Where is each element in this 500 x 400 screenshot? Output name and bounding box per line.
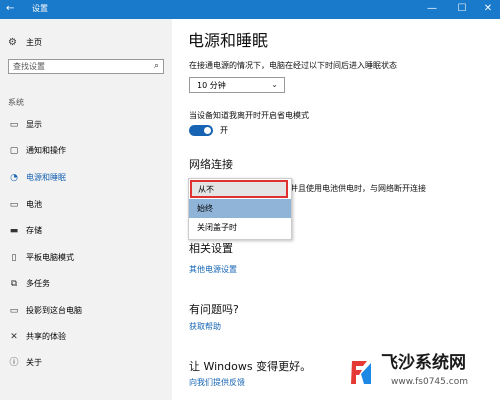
sidebar-item-shared-experiences[interactable]: ✕ 共享的体验 <box>0 328 172 346</box>
additional-power-settings-link[interactable]: 其他电源设置 <box>189 265 237 275</box>
network-dropdown-list: 从不 始终 关闭盖子时 <box>188 178 292 240</box>
sidebar-item-label: 显示 <box>26 120 42 129</box>
question-title: 有问题吗? <box>189 303 239 316</box>
sidebar-item-storage[interactable]: ▬ 存储 <box>0 222 172 240</box>
sidebar-item-power-sleep[interactable]: ◔ 电源和睡眠 <box>0 169 172 187</box>
monitor-icon: ▭ <box>9 120 19 130</box>
tablet-icon: ▯ <box>11 253 17 263</box>
sleep-time-dropdown[interactable]: 10 分钟 ⌄ <box>189 77 285 93</box>
logo-mark-icon <box>343 354 377 390</box>
back-arrow-icon[interactable]: ← <box>6 3 18 15</box>
multitasking-icon: ⧉ <box>10 279 18 289</box>
sidebar: ⚙ 主页 查找设置 ⌕ 系统 ▭ 显示 ▢ 通知和操作 ◔ 电源和睡眠 ▭ 电池… <box>0 19 172 400</box>
option-label: 关闭盖子时 <box>197 223 237 232</box>
away-mode-description: 当设备知道我离开时开启省电模式 <box>189 111 309 120</box>
sidebar-item-label: 通知和操作 <box>26 146 66 155</box>
sidebar-item-about[interactable]: ⓘ 关于 <box>0 354 172 372</box>
option-label: 始终 <box>197 204 213 213</box>
chevron-down-icon: ⌄ <box>271 80 278 89</box>
option-label: 从不 <box>198 185 214 194</box>
dropdown-option-always[interactable]: 始终 <box>189 199 291 218</box>
dropdown-option-never[interactable]: 从不 <box>190 180 288 198</box>
maximize-button[interactable]: ☐ <box>452 2 472 16</box>
improve-windows-title: 让 Windows 变得更好。 <box>189 360 312 373</box>
watermark-url: www.fs0745.com <box>391 377 468 387</box>
feedback-link[interactable]: 向我们提供反馈 <box>189 378 245 388</box>
sidebar-item-label: 电源和睡眠 <box>26 173 66 182</box>
away-mode-toggle[interactable] <box>189 125 213 136</box>
projector-icon: ▭ <box>9 306 19 316</box>
sidebar-item-tablet-mode[interactable]: ▯ 平板电脑模式 <box>0 249 172 267</box>
sidebar-item-label: 关于 <box>26 358 42 367</box>
sidebar-item-notifications[interactable]: ▢ 通知和操作 <box>0 142 172 160</box>
sidebar-item-display[interactable]: ▭ 显示 <box>0 116 172 134</box>
home-label: 主页 <box>26 38 42 47</box>
share-icon: ✕ <box>10 332 18 342</box>
main-content: 电源和睡眠 在接通电源的情况下，电脑在经过以下时间后进入睡眠状态 10 分钟 ⌄… <box>172 19 500 400</box>
toggle-knob <box>204 127 211 134</box>
related-settings-title: 相关设置 <box>189 242 233 255</box>
section-label-system: 系统 <box>8 98 24 107</box>
watermark-logo: 飞沙系统网 www.fs0745.com <box>343 350 493 394</box>
battery-icon: ▭ <box>9 200 19 210</box>
sidebar-item-label: 投影到这台电脑 <box>26 306 82 315</box>
title-bar: ← 设置 — ☐ ✕ <box>0 0 500 19</box>
network-section-title: 网络连接 <box>189 158 233 171</box>
sidebar-item-label: 多任务 <box>26 279 50 288</box>
sidebar-item-label: 电池 <box>26 200 42 209</box>
search-icon[interactable]: ⌕ <box>154 61 159 72</box>
minimize-button[interactable]: — <box>422 2 442 16</box>
dropdown-option-lid-closed[interactable]: 关闭盖子时 <box>189 218 291 237</box>
network-description: 并且使用电池供电时，与网络断开连接 <box>290 184 426 193</box>
toggle-state-label: 开 <box>220 126 228 135</box>
storage-icon: ▬ <box>9 226 19 236</box>
sleep-time-value: 10 分钟 <box>197 81 226 90</box>
notification-icon: ▢ <box>9 146 19 156</box>
sidebar-item-projecting[interactable]: ▭ 投影到这台电脑 <box>0 302 172 320</box>
watermark-name: 飞沙系统网 <box>381 353 466 373</box>
sidebar-item-label: 共享的体验 <box>26 332 66 341</box>
close-button[interactable]: ✕ <box>478 2 498 16</box>
gear-icon: ⚙ <box>8 37 17 48</box>
sidebar-item-label: 平板电脑模式 <box>26 253 74 262</box>
info-icon: ⓘ <box>9 358 19 368</box>
search-input[interactable]: 查找设置 ⌕ <box>8 59 164 74</box>
sidebar-item-battery[interactable]: ▭ 电池 <box>0 196 172 214</box>
get-help-link[interactable]: 获取帮助 <box>189 322 221 332</box>
page-title: 电源和睡眠 <box>188 31 269 50</box>
sidebar-item-label: 存储 <box>26 226 42 235</box>
power-icon: ◔ <box>10 173 18 183</box>
sleep-description: 在接通电源的情况下，电脑在经过以下时间后进入睡眠状态 <box>189 61 397 70</box>
window-title: 设置 <box>32 4 48 13</box>
search-placeholder: 查找设置 <box>13 62 45 71</box>
sidebar-item-multitasking[interactable]: ⧉ 多任务 <box>0 275 172 293</box>
